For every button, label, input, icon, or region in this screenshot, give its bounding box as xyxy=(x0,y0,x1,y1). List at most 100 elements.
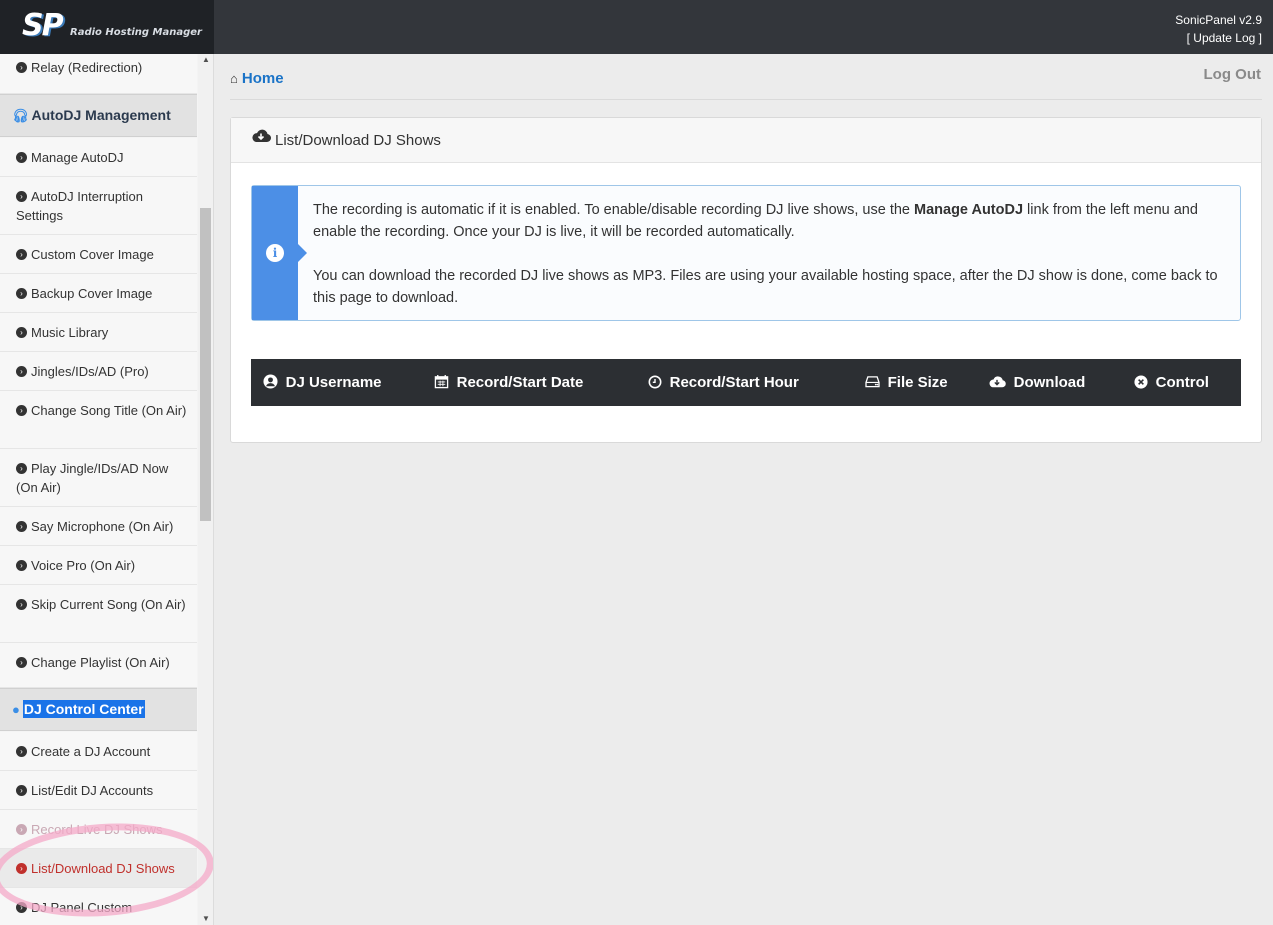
breadcrumb[interactable]: ⌂ Home xyxy=(230,70,284,87)
sidebar-item-skip-song[interactable]: › Skip Current Song (On Air) xyxy=(0,585,197,643)
sidebar-item-label: Relay (Redirection) xyxy=(31,60,143,75)
section-dj-control-center[interactable]: ● DJ Control Center xyxy=(0,688,197,731)
column-label: Download xyxy=(1013,374,1086,391)
sidebar-item-label: Music Library xyxy=(31,325,109,340)
sidebar-item-music-library[interactable]: › Music Library xyxy=(0,313,197,352)
calendar-icon xyxy=(434,374,453,390)
sidebar-item-autodj-interruption[interactable]: › AutoDJ Interruption Settings xyxy=(0,177,197,235)
sidebar-item-change-song-title[interactable]: › Change Song Title (On Air) xyxy=(0,391,197,449)
chevron-right-icon: › xyxy=(16,521,27,533)
divider xyxy=(230,99,1262,100)
sidebar-item-list-edit-dj[interactable]: › List/Edit DJ Accounts xyxy=(0,771,197,810)
panel-header: List/Download DJ Shows xyxy=(231,118,1261,163)
column-label: Control xyxy=(1155,374,1209,391)
sidebar-item-relay[interactable]: › Relay (Redirection) xyxy=(0,54,197,94)
section-label: AutoDJ Management xyxy=(31,107,171,123)
logout-link[interactable]: Log Out xyxy=(1204,66,1261,83)
logo[interactable]: SP Radio Hosting Manager xyxy=(0,0,214,54)
sidebar-item-dj-panel-custom[interactable]: › DJ Panel Custom xyxy=(0,888,197,925)
chevron-right-icon: › xyxy=(16,152,27,164)
chevron-right-icon: › xyxy=(16,657,27,669)
sidebar-item-record-live[interactable]: › Record Live DJ Shows xyxy=(0,810,197,849)
column-dj-username: DJ Username xyxy=(263,359,382,406)
column-file-size: File Size xyxy=(865,359,948,406)
manage-autodj-emphasis: Manage AutoDJ xyxy=(914,202,1024,218)
alert-text-part: The recording is automatic if it is enab… xyxy=(313,202,914,218)
chevron-right-icon: › xyxy=(16,824,27,836)
headphones-icon: 🎧︎ xyxy=(12,108,29,123)
sidebar-item-label: Create a DJ Account xyxy=(31,744,151,759)
column-record-start-hour: Record/Start Hour xyxy=(648,359,799,406)
sidebar-item-label: List/Download DJ Shows xyxy=(31,861,175,876)
chevron-right-icon: › xyxy=(16,191,27,203)
chevron-right-icon: › xyxy=(16,288,27,300)
shows-table-header: DJ Username Record/Start Date Record/Sta… xyxy=(251,359,1241,406)
logo-mark: SP xyxy=(22,8,64,43)
top-bar: SP Radio Hosting Manager SonicPanel v2.9… xyxy=(0,0,1273,54)
chevron-right-icon: › xyxy=(16,249,27,261)
sidebar-item-label: Custom Cover Image xyxy=(31,247,154,262)
sidebar-item-label: Change Song Title (On Air) xyxy=(31,403,187,418)
panel-title: List/Download DJ Shows xyxy=(275,132,441,149)
chevron-right-icon: › xyxy=(16,560,27,572)
sidebar-item-label: Manage AutoDJ xyxy=(31,150,124,165)
section-label: DJ Control Center xyxy=(22,700,145,718)
chevron-right-icon: › xyxy=(16,405,27,417)
sidebar-item-create-dj[interactable]: › Create a DJ Account xyxy=(0,732,197,771)
scroll-thumb[interactable] xyxy=(200,208,211,521)
sidebar-item-label: List/Edit DJ Accounts xyxy=(31,783,154,798)
version-info: SonicPanel v2.9 [ Update Log ] xyxy=(1175,11,1262,47)
sidebar-item-say-microphone[interactable]: › Say Microphone (On Air) xyxy=(0,507,197,546)
chevron-right-icon: › xyxy=(16,599,27,611)
clock-icon xyxy=(648,375,666,390)
logo-text: Radio Hosting Manager xyxy=(70,27,202,38)
sidebar-item-list-download-shows[interactable]: › List/Download DJ Shows xyxy=(0,849,197,888)
alert-arrow xyxy=(298,244,307,262)
chevron-right-icon: › xyxy=(16,62,27,74)
sidebar-item-voice-pro[interactable]: › Voice Pro (On Air) xyxy=(0,546,197,585)
scroll-down-arrow-icon[interactable]: ▼ xyxy=(198,913,213,925)
scroll-up-arrow-icon[interactable]: ▲ xyxy=(198,54,213,66)
sidebar-item-custom-cover[interactable]: › Custom Cover Image xyxy=(0,235,197,274)
info-icon: i xyxy=(266,244,284,262)
main-content: ⌂ Home Log Out List/Download DJ Shows i T… xyxy=(214,54,1273,925)
chevron-right-icon: › xyxy=(16,463,27,475)
hdd-icon xyxy=(865,375,884,390)
chevron-right-icon: › xyxy=(16,902,27,914)
column-label: File Size xyxy=(887,374,948,391)
sidebar-item-change-playlist[interactable]: › Change Playlist (On Air) xyxy=(0,643,197,688)
home-icon: ⌂ xyxy=(230,71,238,86)
sidebar-item-manage-autodj[interactable]: › Manage AutoDJ xyxy=(0,138,197,177)
section-autodj-management[interactable]: 🎧︎ AutoDJ Management xyxy=(0,94,197,137)
column-download: Download xyxy=(988,359,1085,406)
sidebar-item-label: Say Microphone (On Air) xyxy=(31,519,174,534)
sidebar-item-label: AutoDJ Interruption Settings xyxy=(16,189,144,223)
alert-text: The recording is automatic if it is enab… xyxy=(313,199,1228,309)
user-circle-icon xyxy=(263,374,282,390)
column-label: Record/Start Date xyxy=(456,374,584,391)
sidebar-item-label: Skip Current Song (On Air) xyxy=(31,597,186,612)
sidebar-item-label: DJ Panel Custom xyxy=(31,900,133,915)
sidebar-item-backup-cover[interactable]: › Backup Cover Image xyxy=(0,274,197,313)
alert-paragraph-1: The recording is automatic if it is enab… xyxy=(313,199,1228,243)
chevron-right-icon: › xyxy=(16,327,27,339)
sidebar-item-label: Backup Cover Image xyxy=(31,286,153,301)
alert-paragraph-2: You can download the recorded DJ live sh… xyxy=(313,268,1218,306)
sidebar-item-label: Play Jingle/IDs/AD Now (On Air) xyxy=(16,461,169,495)
user-circle-icon: ● xyxy=(12,702,20,717)
cloud-download-icon xyxy=(251,117,272,162)
breadcrumb-home[interactable]: Home xyxy=(242,70,284,87)
sidebar-item-play-jingle-now[interactable]: › Play Jingle/IDs/AD Now (On Air) xyxy=(0,449,197,507)
sidebar-item-jingles[interactable]: › Jingles/IDs/AD (Pro) xyxy=(0,352,197,391)
update-log-link[interactable]: [ Update Log ] xyxy=(1175,29,1262,47)
column-record-start-date: Record/Start Date xyxy=(434,359,583,406)
sidebar-item-label: Record Live DJ Shows xyxy=(31,822,163,837)
times-circle-icon xyxy=(1134,375,1152,390)
sidebar: › Relay (Redirection) 🎧︎ AutoDJ Management… xyxy=(0,54,214,925)
column-label: DJ Username xyxy=(285,374,382,391)
version-label: SonicPanel v2.9 xyxy=(1175,13,1262,27)
chevron-right-icon: › xyxy=(16,366,27,378)
dj-shows-panel: List/Download DJ Shows i The recording i… xyxy=(230,117,1262,443)
sidebar-scrollbar[interactable]: ▲ ▼ xyxy=(198,54,213,925)
column-label: Record/Start Hour xyxy=(669,374,799,391)
